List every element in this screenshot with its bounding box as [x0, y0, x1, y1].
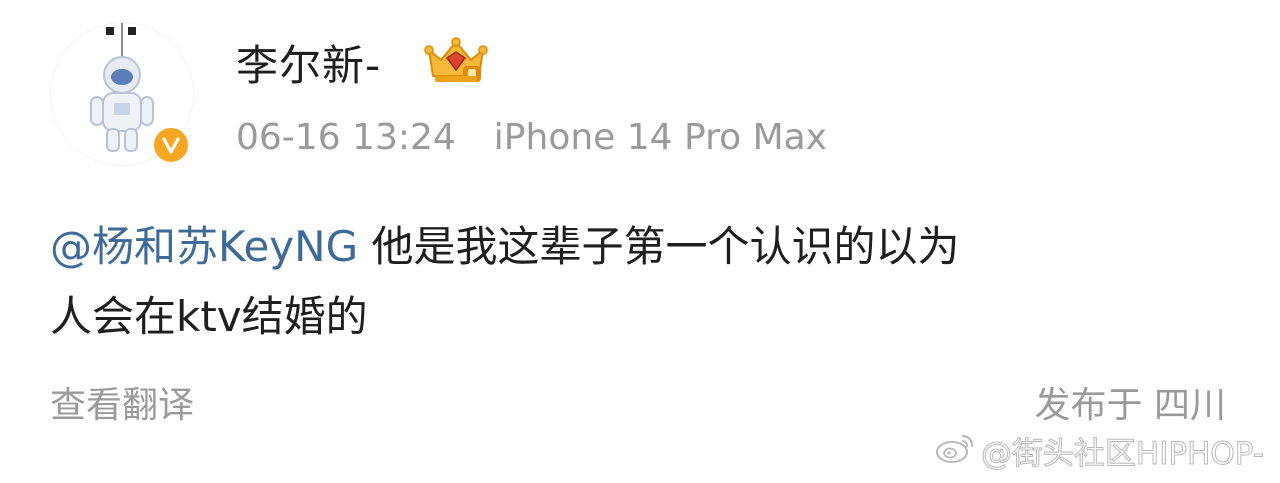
- watermark: @街头社区HIPHOP-: [935, 432, 1265, 476]
- weibo-icon: [935, 432, 975, 476]
- translate-button[interactable]: 查看翻译: [50, 380, 194, 432]
- post-timestamp[interactable]: 06-16 13:24: [236, 117, 456, 158]
- post-text-line2: 人会在ktv结婚的: [50, 292, 368, 341]
- post-location: 发布于 四川: [1034, 385, 1226, 426]
- mention-link[interactable]: @杨和苏KeyNG: [50, 222, 358, 271]
- post-content: @杨和苏KeyNG 他是我这辈子第一个认识的以为 人会在ktv结婚的: [50, 212, 1230, 352]
- watermark-text: @街头社区HIPHOP-: [980, 436, 1264, 473]
- post-text-line1: 他是我这辈子第一个认识的以为: [358, 222, 960, 271]
- author-name[interactable]: 李尔新-: [236, 36, 381, 96]
- post-meta: 06-16 13:24 iPhone 14 Pro Max: [236, 112, 827, 164]
- verified-v-icon: [150, 124, 192, 166]
- post-device: iPhone 14 Pro Max: [493, 117, 827, 158]
- vip-crown-badge-icon[interactable]: [423, 36, 489, 86]
- weibo-post: 李尔新- 06-16 13:24 iPhone 14 Pro Max @杨和苏Ke…: [0, 0, 1280, 483]
